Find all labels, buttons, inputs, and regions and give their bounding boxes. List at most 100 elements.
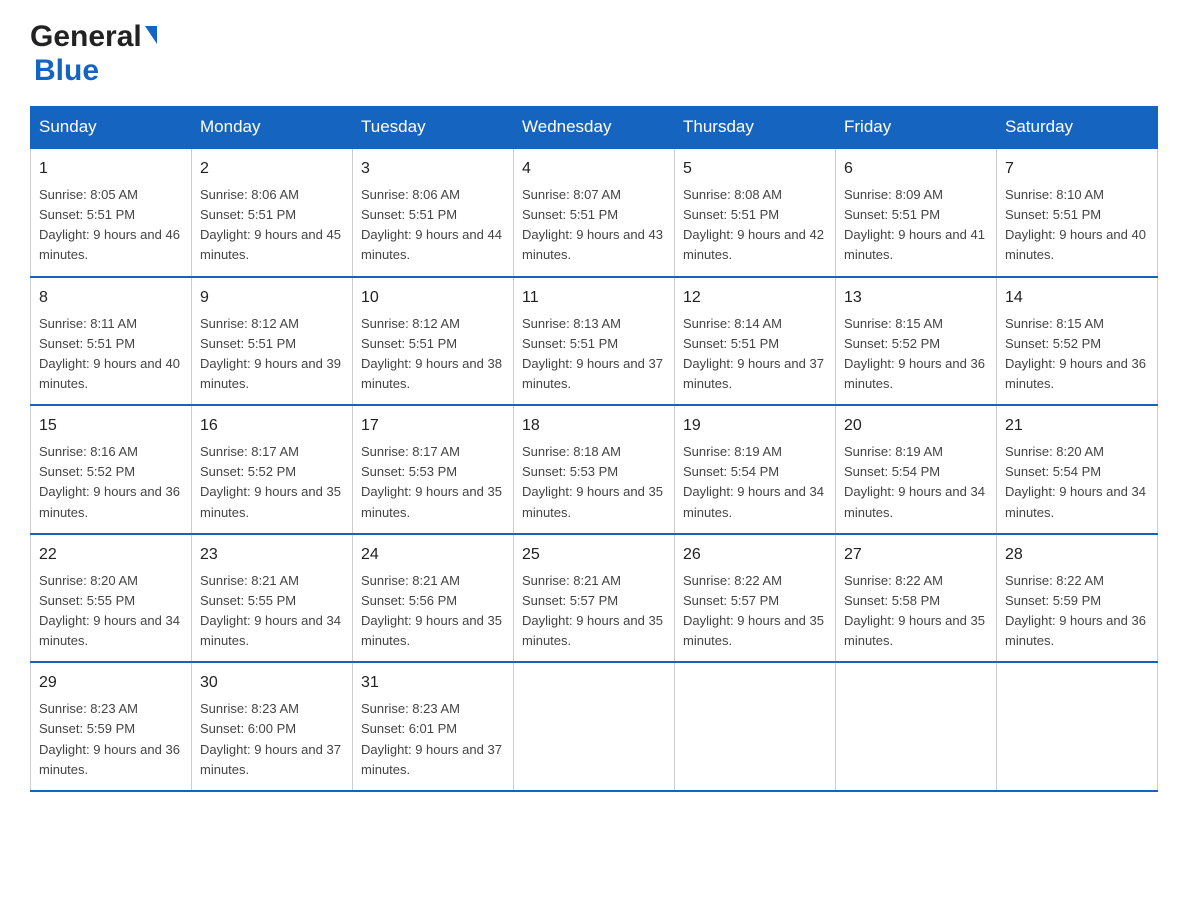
day-number: 19: [683, 414, 827, 438]
day-cell: [514, 662, 675, 791]
day-info: Sunrise: 8:07 AM Sunset: 5:51 PM Dayligh…: [522, 185, 666, 266]
day-number: 28: [1005, 543, 1149, 567]
day-info: Sunrise: 8:06 AM Sunset: 5:51 PM Dayligh…: [361, 185, 505, 266]
day-number: 2: [200, 157, 344, 181]
day-number: 15: [39, 414, 183, 438]
day-number: 5: [683, 157, 827, 181]
header-wednesday: Wednesday: [514, 107, 675, 149]
day-cell: 25 Sunrise: 8:21 AM Sunset: 5:57 PM Dayl…: [514, 534, 675, 663]
day-info: Sunrise: 8:17 AM Sunset: 5:53 PM Dayligh…: [361, 442, 505, 523]
day-cell: 21 Sunrise: 8:20 AM Sunset: 5:54 PM Dayl…: [997, 405, 1158, 534]
day-info: Sunrise: 8:17 AM Sunset: 5:52 PM Dayligh…: [200, 442, 344, 523]
day-info: Sunrise: 8:22 AM Sunset: 5:59 PM Dayligh…: [1005, 571, 1149, 652]
day-number: 26: [683, 543, 827, 567]
day-cell: 29 Sunrise: 8:23 AM Sunset: 5:59 PM Dayl…: [31, 662, 192, 791]
day-number: 22: [39, 543, 183, 567]
day-info: Sunrise: 8:23 AM Sunset: 6:01 PM Dayligh…: [361, 699, 505, 780]
day-cell: 30 Sunrise: 8:23 AM Sunset: 6:00 PM Dayl…: [192, 662, 353, 791]
day-cell: 24 Sunrise: 8:21 AM Sunset: 5:56 PM Dayl…: [353, 534, 514, 663]
day-number: 30: [200, 671, 344, 695]
day-cell: [997, 662, 1158, 791]
day-number: 9: [200, 286, 344, 310]
day-info: Sunrise: 8:21 AM Sunset: 5:56 PM Dayligh…: [361, 571, 505, 652]
day-number: 6: [844, 157, 988, 181]
week-row-5: 29 Sunrise: 8:23 AM Sunset: 5:59 PM Dayl…: [31, 662, 1158, 791]
day-info: Sunrise: 8:15 AM Sunset: 5:52 PM Dayligh…: [844, 314, 988, 395]
day-info: Sunrise: 8:11 AM Sunset: 5:51 PM Dayligh…: [39, 314, 183, 395]
day-number: 1: [39, 157, 183, 181]
day-info: Sunrise: 8:19 AM Sunset: 5:54 PM Dayligh…: [844, 442, 988, 523]
day-number: 31: [361, 671, 505, 695]
day-info: Sunrise: 8:10 AM Sunset: 5:51 PM Dayligh…: [1005, 185, 1149, 266]
day-number: 8: [39, 286, 183, 310]
day-info: Sunrise: 8:20 AM Sunset: 5:55 PM Dayligh…: [39, 571, 183, 652]
day-number: 12: [683, 286, 827, 310]
week-row-4: 22 Sunrise: 8:20 AM Sunset: 5:55 PM Dayl…: [31, 534, 1158, 663]
calendar-table: SundayMondayTuesdayWednesdayThursdayFrid…: [30, 106, 1158, 792]
logo-blue: Blue: [30, 54, 99, 88]
day-number: 29: [39, 671, 183, 695]
day-number: 7: [1005, 157, 1149, 181]
day-number: 4: [522, 157, 666, 181]
day-cell: 19 Sunrise: 8:19 AM Sunset: 5:54 PM Dayl…: [675, 405, 836, 534]
day-cell: 15 Sunrise: 8:16 AM Sunset: 5:52 PM Dayl…: [31, 405, 192, 534]
header-row: SundayMondayTuesdayWednesdayThursdayFrid…: [31, 107, 1158, 149]
day-number: 18: [522, 414, 666, 438]
week-row-1: 1 Sunrise: 8:05 AM Sunset: 5:51 PM Dayli…: [31, 148, 1158, 277]
day-cell: 10 Sunrise: 8:12 AM Sunset: 5:51 PM Dayl…: [353, 277, 514, 406]
day-number: 16: [200, 414, 344, 438]
day-cell: 28 Sunrise: 8:22 AM Sunset: 5:59 PM Dayl…: [997, 534, 1158, 663]
day-cell: 4 Sunrise: 8:07 AM Sunset: 5:51 PM Dayli…: [514, 148, 675, 277]
header-monday: Monday: [192, 107, 353, 149]
day-cell: 18 Sunrise: 8:18 AM Sunset: 5:53 PM Dayl…: [514, 405, 675, 534]
day-cell: 12 Sunrise: 8:14 AM Sunset: 5:51 PM Dayl…: [675, 277, 836, 406]
day-number: 17: [361, 414, 505, 438]
day-cell: 17 Sunrise: 8:17 AM Sunset: 5:53 PM Dayl…: [353, 405, 514, 534]
header-tuesday: Tuesday: [353, 107, 514, 149]
day-info: Sunrise: 8:18 AM Sunset: 5:53 PM Dayligh…: [522, 442, 666, 523]
day-cell: 13 Sunrise: 8:15 AM Sunset: 5:52 PM Dayl…: [836, 277, 997, 406]
header-friday: Friday: [836, 107, 997, 149]
day-number: 20: [844, 414, 988, 438]
day-info: Sunrise: 8:15 AM Sunset: 5:52 PM Dayligh…: [1005, 314, 1149, 395]
day-info: Sunrise: 8:21 AM Sunset: 5:57 PM Dayligh…: [522, 571, 666, 652]
day-number: 21: [1005, 414, 1149, 438]
day-number: 25: [522, 543, 666, 567]
day-cell: 14 Sunrise: 8:15 AM Sunset: 5:52 PM Dayl…: [997, 277, 1158, 406]
day-number: 24: [361, 543, 505, 567]
day-info: Sunrise: 8:23 AM Sunset: 6:00 PM Dayligh…: [200, 699, 344, 780]
logo-general: General: [30, 20, 157, 53]
day-cell: 22 Sunrise: 8:20 AM Sunset: 5:55 PM Dayl…: [31, 534, 192, 663]
day-number: 3: [361, 157, 505, 181]
day-info: Sunrise: 8:23 AM Sunset: 5:59 PM Dayligh…: [39, 699, 183, 780]
day-info: Sunrise: 8:20 AM Sunset: 5:54 PM Dayligh…: [1005, 442, 1149, 523]
header-saturday: Saturday: [997, 107, 1158, 149]
day-cell: 31 Sunrise: 8:23 AM Sunset: 6:01 PM Dayl…: [353, 662, 514, 791]
day-cell: 27 Sunrise: 8:22 AM Sunset: 5:58 PM Dayl…: [836, 534, 997, 663]
day-info: Sunrise: 8:22 AM Sunset: 5:58 PM Dayligh…: [844, 571, 988, 652]
week-row-2: 8 Sunrise: 8:11 AM Sunset: 5:51 PM Dayli…: [31, 277, 1158, 406]
day-number: 23: [200, 543, 344, 567]
day-cell: 9 Sunrise: 8:12 AM Sunset: 5:51 PM Dayli…: [192, 277, 353, 406]
day-cell: 6 Sunrise: 8:09 AM Sunset: 5:51 PM Dayli…: [836, 148, 997, 277]
day-cell: 5 Sunrise: 8:08 AM Sunset: 5:51 PM Dayli…: [675, 148, 836, 277]
logo-text: General: [30, 20, 157, 54]
day-cell: 26 Sunrise: 8:22 AM Sunset: 5:57 PM Dayl…: [675, 534, 836, 663]
day-info: Sunrise: 8:05 AM Sunset: 5:51 PM Dayligh…: [39, 185, 183, 266]
day-cell: 11 Sunrise: 8:13 AM Sunset: 5:51 PM Dayl…: [514, 277, 675, 406]
day-cell: 23 Sunrise: 8:21 AM Sunset: 5:55 PM Dayl…: [192, 534, 353, 663]
day-number: 13: [844, 286, 988, 310]
day-number: 11: [522, 286, 666, 310]
day-info: Sunrise: 8:06 AM Sunset: 5:51 PM Dayligh…: [200, 185, 344, 266]
logo: General Blue: [30, 20, 157, 88]
header-sunday: Sunday: [31, 107, 192, 149]
day-cell: 1 Sunrise: 8:05 AM Sunset: 5:51 PM Dayli…: [31, 148, 192, 277]
day-info: Sunrise: 8:22 AM Sunset: 5:57 PM Dayligh…: [683, 571, 827, 652]
day-info: Sunrise: 8:16 AM Sunset: 5:52 PM Dayligh…: [39, 442, 183, 523]
header-thursday: Thursday: [675, 107, 836, 149]
day-cell: 8 Sunrise: 8:11 AM Sunset: 5:51 PM Dayli…: [31, 277, 192, 406]
day-cell: 16 Sunrise: 8:17 AM Sunset: 5:52 PM Dayl…: [192, 405, 353, 534]
day-info: Sunrise: 8:12 AM Sunset: 5:51 PM Dayligh…: [361, 314, 505, 395]
day-cell: [675, 662, 836, 791]
page-header: General Blue: [30, 20, 1158, 88]
